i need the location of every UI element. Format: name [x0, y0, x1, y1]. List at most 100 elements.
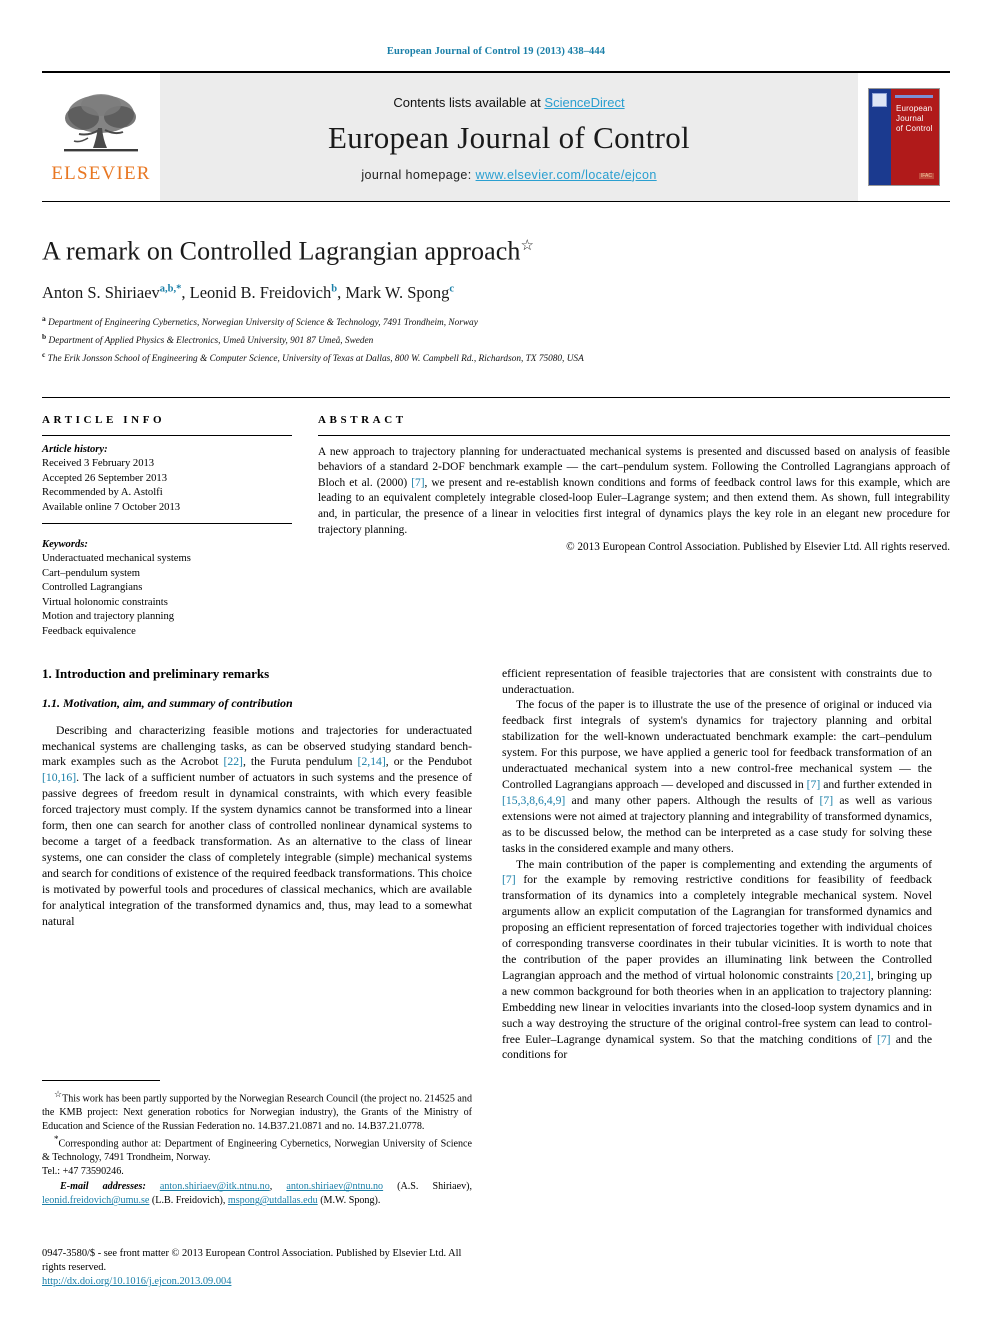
keyword-item: Underactuated mechanical systems: [42, 553, 191, 565]
funding-footnote-text: This work has been partly supported by t…: [42, 1093, 472, 1132]
abstract-text: A new approach to trajectory planning fo…: [318, 436, 950, 539]
author-affiliation-marks[interactable]: c: [449, 283, 454, 294]
history-item: Received 3 February 2013: [42, 458, 155, 470]
citation-ref[interactable]: [7]: [807, 778, 821, 791]
masthead-center: Contents lists available at ScienceDirec…: [160, 73, 858, 201]
affiliation-list: a Department of Engineering Cybernetics,…: [42, 312, 950, 367]
email-addresses-label: E-mail addresses:: [60, 1181, 146, 1193]
email-owner: (A.S. Shiriaev),: [383, 1181, 472, 1193]
sciencedirect-link[interactable]: ScienceDirect: [544, 95, 624, 110]
cover-badge: IFAC: [918, 173, 934, 179]
page-title: A remark on Controlled Lagrangian approa…: [42, 236, 950, 267]
affiliation-item: a Department of Engineering Cybernetics,…: [42, 312, 950, 330]
citation-ref[interactable]: [15,3,8,6,4,9]: [502, 794, 565, 807]
paragraph: efficient representation of feasible tra…: [502, 666, 932, 698]
paragraph: The focus of the paper is to illustrate …: [502, 697, 932, 856]
corresponding-author-footnote: *Corresponding author at: Department of …: [42, 1133, 472, 1165]
paragraph: Describing and characterizing feasible m…: [42, 723, 472, 930]
cover-top-bar: [895, 95, 933, 98]
homepage-prefix: journal homepage:: [361, 167, 476, 182]
affiliation-mark: b: [42, 331, 47, 341]
author-affiliation-marks[interactable]: a,b,*: [160, 283, 182, 294]
affiliation-text: Department of Applied Physics & Electron…: [48, 336, 374, 347]
subsection-heading-1-1: 1.1. Motivation, aim, and summary of con…: [42, 695, 293, 710]
article-info-column: ARTICLE INFO Article history: Received 3…: [42, 414, 292, 640]
email-link[interactable]: anton.shiriaev@ntnu.no: [286, 1181, 383, 1192]
cover-line-1: European: [896, 104, 933, 113]
keyword-item: Controlled Lagrangians: [42, 582, 143, 594]
paragraph-text: The main contribution of the paper is co…: [516, 857, 932, 871]
footnote-block: ☆This work has been partly supported by …: [42, 1080, 472, 1207]
email-link[interactable]: leonid.freidovich@umu.se: [42, 1195, 149, 1206]
paragraph-text: , or the Pendubot: [385, 755, 472, 769]
affiliation-text: Department of Engineering Cybernetics, N…: [48, 317, 478, 328]
history-item: Recommended by A. Astolfi: [42, 487, 163, 499]
journal-cover-thumbnail: European Journal of Control IFAC: [858, 73, 950, 201]
elsevier-wordmark: ELSEVIER: [51, 162, 151, 184]
section-heading-1: 1. Introduction and preliminary remarks: [42, 665, 270, 681]
cover-line-3: of Control: [896, 124, 933, 133]
citation-ref[interactable]: [7]: [502, 873, 516, 886]
front-matter-block: 0947-3580/$ - see front matter © 2013 Eu…: [42, 1247, 472, 1289]
cover-art: European Journal of Control IFAC: [868, 88, 940, 186]
citation-ref[interactable]: [22]: [223, 755, 242, 768]
footnote-divider: [42, 1080, 160, 1082]
corresponding-author-text: Corresponding author at: Department of E…: [42, 1138, 472, 1164]
citation-ref[interactable]: [10,16]: [42, 771, 76, 784]
abstract-label: ABSTRACT: [318, 413, 407, 426]
email-link[interactable]: anton.shiriaev@itk.ntnu.no: [160, 1181, 270, 1192]
email-owner: (M.W. Spong).: [317, 1195, 381, 1207]
doi-link[interactable]: http://dx.doi.org/10.1016/j.ejcon.2013.0…: [42, 1276, 231, 1287]
citation-ref[interactable]: [7]: [820, 794, 834, 807]
info-abstract-band: ARTICLE INFO Article history: Received 3…: [42, 396, 950, 640]
abstract-citation-ref[interactable]: [7]: [411, 477, 424, 489]
paragraph-text: and further extended in: [820, 778, 932, 792]
paragraph-text: and many other papers. Although the resu…: [565, 793, 820, 807]
abstract-column: ABSTRACT A new approach to trajectory pl…: [318, 414, 950, 640]
author-name: Mark W. Spong: [345, 282, 450, 302]
article-history-heading: Article history:: [42, 443, 108, 455]
title-footnote-marker[interactable]: ☆: [521, 238, 535, 254]
affiliation-mark: c: [42, 350, 46, 360]
keywords-rule: [42, 522, 292, 524]
article-info-label: ARTICLE INFO: [42, 413, 166, 426]
right-column: efficient representation of feasible tra…: [502, 666, 932, 1266]
journal-homepage-link[interactable]: www.elsevier.com/locate/ejcon: [476, 168, 657, 182]
keyword-item: Feedback equivalence: [42, 626, 136, 638]
citation-ref[interactable]: [20,21]: [837, 969, 871, 982]
paragraph: The main contribution of the paper is co…: [502, 857, 932, 1064]
keywords-heading: Keywords:: [42, 538, 88, 550]
author-name: Leonid B. Freidovich: [189, 282, 332, 302]
cover-title-text: European Journal of Control: [896, 104, 935, 134]
affiliation-text: The Erik Jonsson School of Engineering &…: [47, 354, 584, 365]
title-block: A remark on Controlled Lagrangian approa…: [42, 236, 950, 367]
body-columns: 1. Introduction and preliminary remarks …: [42, 666, 950, 1266]
left-column: 1. Introduction and preliminary remarks …: [42, 666, 472, 1266]
citation-ref[interactable]: [2,14]: [358, 755, 386, 768]
funding-footnote-marker: ☆: [54, 1089, 63, 1100]
abstract-copyright: © 2013 European Control Association. Pub…: [566, 541, 950, 554]
paragraph-text: efficient representation of feasible tra…: [502, 666, 932, 696]
journal-article-page: European Journal of Control 19 (2013) 43…: [0, 0, 992, 1323]
elsevier-logo: ELSEVIER: [42, 73, 160, 201]
author-separator-1: ,: [181, 282, 190, 302]
contents-prefix: Contents lists available at: [393, 94, 545, 110]
author-name: Anton S. Shiriaev: [42, 282, 160, 302]
cover-line-2: Journal: [896, 114, 924, 123]
email-link[interactable]: mspong@utdallas.edu: [228, 1195, 318, 1206]
paragraph-text: , the Furuta pendulum: [242, 755, 358, 769]
issn-copyright-line: 0947-3580/$ - see front matter © 2013 Eu…: [42, 1248, 462, 1273]
running-head: European Journal of Control 19 (2013) 43…: [386, 46, 606, 57]
author-list: Anton S. Shiriaeva,b,*, Leonid B. Freido…: [42, 283, 950, 303]
funding-footnote: ☆This work has been partly supported by …: [42, 1088, 472, 1133]
keyword-item: Motion and trajectory planning: [42, 611, 175, 623]
citation-ref[interactable]: [7]: [877, 1033, 891, 1046]
keywords-group: Keywords: Underactuated mechanical syste…: [42, 531, 292, 640]
contents-available-line: Contents lists available at ScienceDirec…: [393, 95, 624, 110]
article-history-group: Article history: Received 3 February 201…: [42, 436, 292, 516]
ifac-logo-icon: [872, 93, 887, 107]
telephone-line: Tel.: +47 73590246.: [42, 1165, 124, 1177]
history-item: Available online 7 October 2013: [42, 501, 181, 513]
affiliation-item: b Department of Applied Physics & Electr…: [42, 330, 950, 348]
journal-homepage-line: journal homepage: www.elsevier.com/locat…: [361, 168, 656, 182]
